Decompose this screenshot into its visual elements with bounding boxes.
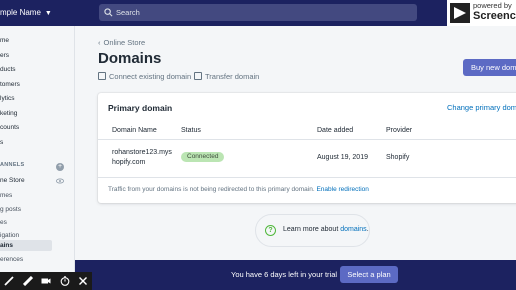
sidebar-item-orders[interactable]: ers <box>0 52 9 59</box>
page-title: Domains <box>98 50 162 67</box>
recorder-brand-label: Screenc <box>473 10 516 22</box>
column-header-date: Date added <box>317 127 354 134</box>
connect-icon <box>98 72 106 80</box>
breadcrumb[interactable]: ‹ Online Store <box>98 38 145 47</box>
trial-banner: You have 6 days left in your trial Selec… <box>75 260 516 290</box>
enable-redirection-link[interactable]: Enable redirection <box>316 186 368 193</box>
select-plan-button[interactable]: Select a plan <box>340 266 398 283</box>
status-badge: Connected <box>181 152 225 162</box>
sidebar-item-products[interactable]: ducts <box>0 66 16 73</box>
transfer-icon <box>194 72 202 80</box>
domain-name-line1[interactable]: rohanstore123.mys <box>112 149 172 156</box>
provider-value: Shopify <box>386 154 410 161</box>
powered-by-label: powered by <box>473 1 512 10</box>
timer-icon[interactable] <box>60 276 70 286</box>
search-input[interactable]: Search <box>99 4 417 21</box>
connect-domain-button[interactable]: Connect existing domain <box>98 72 191 81</box>
sidebar-item-apps[interactable]: s <box>0 139 3 146</box>
chevron-left-icon: ‹ <box>98 38 101 47</box>
date-added-value: August 19, 2019 <box>317 154 368 161</box>
learn-more-text: Learn more about domains. <box>283 226 369 233</box>
sidebar-item-home[interactable]: me <box>0 37 9 44</box>
sidebar-item-themes[interactable]: mes <box>0 192 12 199</box>
highlighter-icon[interactable] <box>23 276 33 286</box>
eye-icon[interactable] <box>56 178 64 184</box>
domains-help-link[interactable]: domains <box>340 226 366 233</box>
chevron-down-icon: ▼ <box>44 10 52 17</box>
column-header-provider: Provider <box>386 127 413 134</box>
add-channel-icon[interactable]: + <box>56 163 64 171</box>
recorder-toolbar <box>0 272 92 290</box>
store-name-label: mple Name <box>0 8 41 17</box>
search-icon <box>104 8 113 17</box>
sidebar-item-navigation[interactable]: igation <box>0 232 19 239</box>
transfer-domain-button[interactable]: Transfer domain <box>194 72 259 81</box>
sidebar-item-blog-posts[interactable]: g posts <box>0 206 21 213</box>
domain-name-line2[interactable]: hopify.com <box>112 159 145 166</box>
buy-domain-button[interactable]: Buy new domain <box>463 59 516 76</box>
trial-message: You have 6 days left in your trial <box>231 270 338 279</box>
learn-more-label: Learn more about <box>283 226 339 233</box>
sidebar-item-domains[interactable]: ains <box>0 240 52 251</box>
search-placeholder: Search <box>116 8 140 17</box>
learn-more-suffix: . <box>366 226 369 233</box>
learn-more-callout: ? Learn more about domains. <box>255 214 370 247</box>
sidebar-item-online-store[interactable]: ne Store <box>0 177 25 184</box>
help-icon: ? <box>265 225 276 236</box>
recorder-logo-icon <box>450 3 470 23</box>
change-primary-domain-link[interactable]: Change primary domain <box>447 103 516 112</box>
pencil-icon[interactable] <box>4 276 14 286</box>
camera-icon[interactable] <box>41 276 51 286</box>
sidebar-item-pages[interactable]: es <box>0 219 7 226</box>
primary-domain-card: Primary domain Change primary domain Dom… <box>98 93 516 203</box>
divider <box>98 139 516 140</box>
breadcrumb-label: Online Store <box>103 38 146 47</box>
close-icon[interactable] <box>78 276 88 286</box>
recorder-watermark: powered by Screenc <box>447 0 516 26</box>
divider <box>98 177 516 178</box>
connect-domain-label: Connect existing domain <box>109 72 192 81</box>
sidebar-item-preferences[interactable]: erences <box>0 256 23 263</box>
sales-channels-heading: ANNELS <box>0 162 25 168</box>
sidebar-item-discounts[interactable]: counts <box>0 124 19 131</box>
redirect-notice-text: Traffic from your domains is not being r… <box>108 186 315 193</box>
sidebar-item-analytics[interactable]: lytics <box>0 95 14 102</box>
column-header-status: Status <box>181 127 201 134</box>
transfer-domain-label: Transfer domain <box>205 72 260 81</box>
column-header-domain: Domain Name <box>112 127 157 134</box>
redirect-notice: Traffic from your domains is not being r… <box>108 186 369 193</box>
sidebar-item-marketing[interactable]: keting <box>0 110 17 117</box>
sidebar-item-customers[interactable]: tomers <box>0 81 20 88</box>
top-bar: mple Name ▼ Search powered by Screenc <box>0 0 516 26</box>
sidebar: me ers ducts tomers lytics keting counts… <box>0 26 75 290</box>
store-switcher[interactable]: mple Name ▼ <box>0 0 52 26</box>
card-title: Primary domain <box>108 103 173 113</box>
